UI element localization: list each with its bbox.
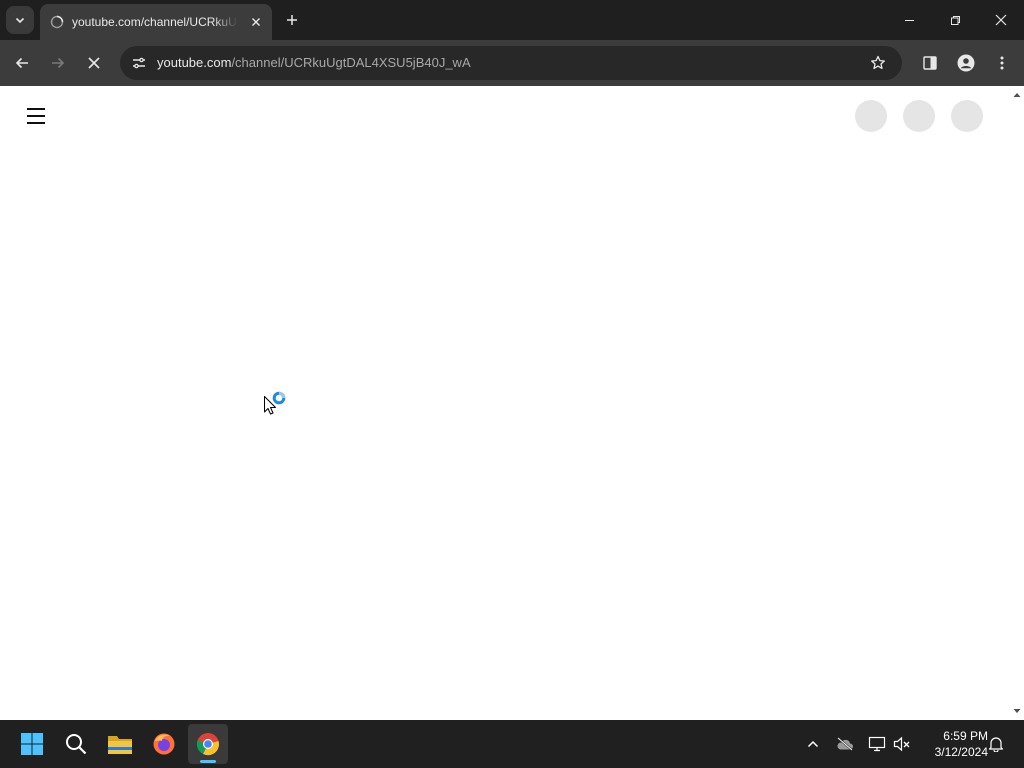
show-hidden-icons-button[interactable] [801,732,825,756]
search-button[interactable] [56,724,96,764]
minimize-button[interactable] [897,8,921,32]
stop-loading-button[interactable] [80,49,108,77]
plus-icon [287,15,297,25]
file-explorer-icon [108,736,132,754]
hamburger-menu-button[interactable] [24,104,48,128]
restore-icon [950,15,960,25]
browser-toolbar: youtube.com/channel/UCRkuUgtDAL4XSU5jB40… [0,40,1024,86]
taskbar: 6:59 PM 3/12/2024 [0,720,1024,768]
onedrive-tray-button[interactable] [833,732,857,756]
restore-button[interactable] [943,8,967,32]
volume-tray-button[interactable] [890,732,914,756]
network-tray-button[interactable] [865,732,889,756]
hamburger-menu-icon [27,108,45,110]
browser-menu-button[interactable] [988,49,1016,77]
tune-icon [133,57,145,69]
windows-start-icon [21,733,43,755]
chrome-taskbar-button[interactable] [188,724,228,764]
notification-center-button[interactable] [984,732,1008,756]
tab-close-button[interactable] [248,14,264,30]
star-icon [871,55,885,70]
new-tab-button[interactable] [280,8,304,32]
volume-muted-icon [893,736,910,752]
close-window-button[interactable] [989,8,1013,32]
site-info-button[interactable] [126,50,152,76]
header-placeholder-circle [855,100,887,132]
busy-pointer-icon [264,391,286,415]
chevron-up-icon [807,740,819,748]
header-placeholder-circle [951,100,983,132]
header-placeholder-circle [903,100,935,132]
network-icon [868,736,886,752]
arrow-left-icon [15,57,28,69]
bell-icon [988,737,1004,752]
url-host: youtube.com [157,55,232,70]
start-button[interactable] [12,724,52,764]
profile-button[interactable] [952,49,980,77]
tab-active[interactable]: youtube.com/channel/UCRkuUgtDAL4XSU5jB40… [40,4,272,40]
forward-button[interactable] [44,49,72,77]
scroll-down-arrow-icon[interactable] [1012,706,1022,716]
back-button[interactable] [8,49,36,77]
person-icon [957,54,975,72]
browser-tab-strip: youtube.com/channel/UCRkuUgtDAL4XSU5jB40… [0,0,1024,40]
minimize-icon [904,19,914,21]
cloud-offline-icon [837,737,853,751]
clock-date: 3/12/2024 [934,745,988,759]
bookmark-button[interactable] [866,51,890,75]
scroll-up-arrow-icon[interactable] [1012,90,1022,100]
stop-loading-icon [88,57,100,69]
page-viewport [0,86,1024,720]
firefox-icon [153,733,175,755]
url-path: /channel/UCRkuUgtDAL4XSU5jB40J_wA [231,55,471,70]
loading-favicon-icon [50,15,64,29]
address-bar[interactable]: youtube.com/channel/UCRkuUgtDAL4XSU5jB40… [120,46,902,80]
clock-time: 6:59 PM [943,729,988,743]
arrow-right-icon [52,57,65,69]
chevron-down-icon [15,17,25,24]
kebab-menu-icon [1000,56,1004,70]
chrome-icon [196,733,219,756]
search-icon [66,734,87,755]
close-icon [995,14,1007,26]
side-panel-icon [923,56,937,70]
tab-title: youtube.com/channel/UCRkuUgtDAL4XSU5jB40… [72,15,238,29]
tab-search-button[interactable] [6,6,34,34]
close-icon [252,18,260,26]
active-app-indicator [200,760,216,763]
system-clock[interactable]: 6:59 PM 3/12/2024 [918,728,988,760]
url-text[interactable]: youtube.com/channel/UCRkuUgtDAL4XSU5jB40… [157,55,471,70]
file-explorer-button[interactable] [100,724,140,764]
firefox-button[interactable] [144,724,184,764]
side-panel-button[interactable] [916,49,944,77]
